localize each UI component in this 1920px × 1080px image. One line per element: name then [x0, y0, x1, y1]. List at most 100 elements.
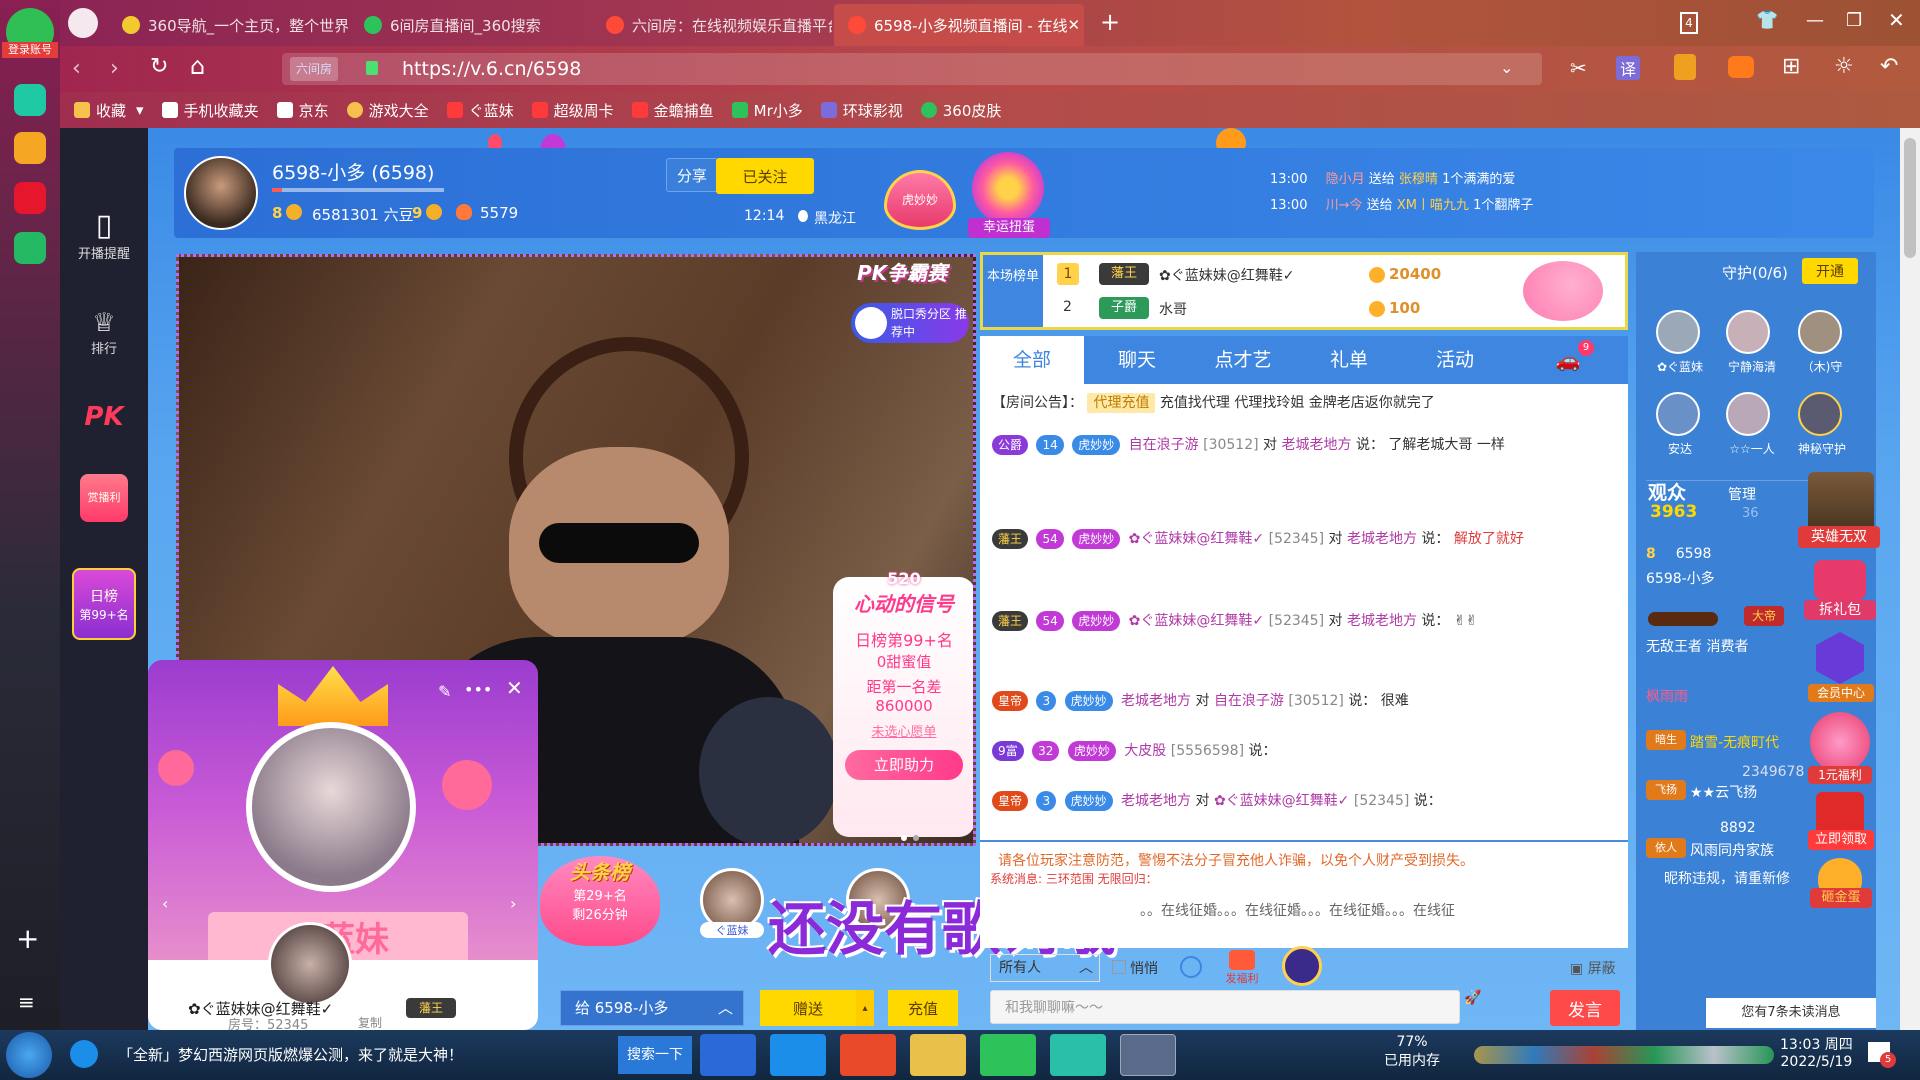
rocket-icon[interactable]: 🚀: [1464, 990, 1490, 1022]
fuli-icon[interactable]: [1810, 712, 1870, 772]
guard-avatar[interactable]: [1726, 392, 1770, 436]
fuli-button[interactable]: 发福利: [1220, 950, 1264, 988]
bookmark-item[interactable]: 环球影视: [820, 100, 903, 121]
bookmark-item[interactable]: 京东: [276, 100, 329, 121]
back-icon[interactable]: ‹: [72, 56, 81, 81]
tab-events[interactable]: 活动: [1402, 336, 1508, 384]
tab-room-6598[interactable]: 6598-小多视频直播间 - 在线 ✕: [834, 4, 1084, 46]
tab-360-search[interactable]: 6间房直播间_360搜索: [350, 4, 590, 46]
edit-icon[interactable]: ✎: [438, 682, 451, 701]
chevron-left-icon[interactable]: ‹: [162, 894, 168, 913]
copy-button[interactable]: 复制: [358, 1014, 382, 1030]
send-gift-dropdown-icon[interactable]: ▴: [856, 990, 874, 1026]
guard-avatar[interactable]: [1726, 310, 1770, 354]
rank-name[interactable]: ✿ぐ蓝妹妹@红舞鞋✓: [1159, 265, 1294, 285]
menu-icon[interactable]: ≡: [18, 990, 35, 1014]
taskbar-app-player[interactable]: [1050, 1034, 1106, 1076]
game-icon[interactable]: [1728, 56, 1754, 78]
search-button[interactable]: 搜索一下: [618, 1036, 692, 1074]
cut-icon[interactable]: ✂: [1570, 56, 1587, 80]
weibo-icon[interactable]: [14, 182, 46, 214]
taskbar-app-explorer[interactable]: [910, 1034, 966, 1076]
taskbar-app-360[interactable]: [980, 1034, 1036, 1076]
bookmark-item[interactable]: 游戏大全: [346, 100, 429, 121]
whisper-checkbox[interactable]: [1112, 960, 1126, 974]
more-icon[interactable]: •••: [464, 680, 492, 699]
bookmark-favorites[interactable]: 收藏 ▾: [74, 100, 144, 121]
follow-button[interactable]: 已关注: [716, 158, 814, 194]
viewer-row[interactable]: 6598-小多: [1646, 568, 1715, 588]
taskbar-app-ie[interactable]: [770, 1034, 826, 1076]
reload-icon[interactable]: ↻: [150, 54, 168, 79]
viewer-row[interactable]: 8 6598: [1646, 546, 1711, 562]
add-icon[interactable]: +: [16, 922, 39, 955]
viewer-row[interactable]: 踏雪-无痕町代: [1690, 732, 1779, 752]
viewer-row[interactable]: 2349678: [1742, 764, 1804, 780]
url-input[interactable]: 六间房 https://v.6.cn/6598: [282, 53, 1542, 85]
share-button[interactable]: 分享: [666, 158, 718, 192]
skin-icon[interactable]: 👕: [1756, 10, 1778, 31]
bookmark-item[interactable]: 超级周卡: [531, 100, 614, 121]
guard-avatar[interactable]: [1798, 310, 1842, 354]
viewer-row[interactable]: 风雨同舟家族: [1690, 840, 1774, 860]
block-button[interactable]: ▣ 屏蔽: [1570, 958, 1616, 978]
popup-prev-icon[interactable]: [148, 872, 150, 902]
shield-icon[interactable]: [1674, 54, 1696, 80]
open-guard-button[interactable]: 开通: [1802, 258, 1858, 284]
vip-center-icon[interactable]: [1816, 632, 1864, 684]
taskbar-app-k[interactable]: [700, 1034, 756, 1076]
promo-vip[interactable]: 会员中心: [1808, 684, 1874, 702]
host-avatar[interactable]: [184, 156, 258, 230]
viewer-row[interactable]: 无敌王者 消费者: [1646, 636, 1748, 656]
bookmark-item[interactable]: 手机收藏夹: [161, 100, 259, 121]
gift-pack-icon[interactable]: [1814, 560, 1866, 600]
emoji-icon[interactable]: [1180, 956, 1202, 978]
bookmark-item[interactable]: ぐ蓝妹: [446, 100, 514, 121]
lucky-egg-icon[interactable]: [972, 152, 1044, 224]
viewer-row[interactable]: 枫雨雨: [1646, 686, 1688, 706]
audience-tab[interactable]: 观众: [1648, 478, 1686, 505]
promo-claim[interactable]: 立即领取: [1808, 830, 1874, 850]
scrollbar-thumb[interactable]: [1904, 138, 1916, 258]
new-tab-icon[interactable]: +: [1100, 8, 1120, 36]
taskbar-app-chrome[interactable]: [840, 1034, 896, 1076]
lucky-egg-label[interactable]: 幸运扭蛋: [968, 218, 1050, 238]
tab-close-icon[interactable]: ✕: [1068, 16, 1081, 34]
manage-tab[interactable]: 管理: [1728, 484, 1756, 504]
recharge-button[interactable]: 充值: [888, 990, 958, 1026]
user-card-popup[interactable]: ✎ ••• ✕ ‹ › ぐ蓝妹 ✿ぐ蓝妹妹@红舞鞋✓ 藩王 房号：52345 复…: [148, 660, 538, 1030]
tab-6cn-home[interactable]: 六间房：在线视频娱乐直播平台: [592, 4, 832, 46]
viewer-row[interactable]: 昵称违规，请重新修: [1664, 868, 1814, 888]
news-ticker[interactable]: 「全新」梦幻西游网页版燃爆公测，来了就是大神！: [118, 1044, 463, 1065]
sidenav-item-rank[interactable]: ♕ 排行: [60, 308, 148, 357]
send-chat-button[interactable]: 发言: [1550, 990, 1620, 1026]
restore-icon[interactable]: ❐: [1846, 10, 1862, 31]
chat-input[interactable]: 和我聊聊嘛～～: [990, 990, 1460, 1024]
translate-button[interactable]: 译: [1616, 56, 1641, 80]
bookmark-item[interactable]: 金蟾捕鱼: [631, 100, 714, 121]
tab-count-badge[interactable]: 4: [1680, 12, 1698, 34]
mail-icon[interactable]: [14, 232, 46, 264]
taskbar-app-active[interactable]: [1120, 1034, 1176, 1076]
tab-car[interactable]: 🚗 9: [1508, 336, 1628, 384]
pk-banner[interactable]: PK争霸赛: [857, 257, 947, 286]
headline-rank-card[interactable]: 头条榜 第29+名 剩26分钟: [540, 856, 660, 946]
guard-avatar[interactable]: [1656, 310, 1700, 354]
guard-avatar[interactable]: [1656, 392, 1700, 436]
bookmark-item[interactable]: 360皮肤: [920, 100, 1001, 121]
carousel-dot[interactable]: [913, 835, 919, 841]
login-button[interactable]: 登录账号: [2, 42, 58, 58]
chevron-down-icon[interactable]: ⌄: [1500, 58, 1513, 77]
help-button[interactable]: 立即助力: [845, 750, 963, 780]
viewer-row[interactable]: ★★云飞扬: [1690, 782, 1757, 802]
popup-close-icon[interactable]: ✕: [506, 676, 523, 700]
vip-icon[interactable]: [1282, 946, 1322, 986]
send-gift-button[interactable]: 赠送: [760, 990, 856, 1026]
chat-scope-select[interactable]: 所有人 ︿: [990, 954, 1100, 982]
chat-list[interactable]: 【房间公告】： 代理充值 充值找代理 代理找玲姐 金牌老店返你就完了 公爵 14…: [980, 384, 1628, 840]
gift-recipient-select[interactable]: 给 6598-小多 ︿: [560, 990, 744, 1026]
sidenav-gift[interactable]: 赏播利: [60, 474, 148, 522]
promo-giftpack[interactable]: 拆礼包: [1804, 600, 1876, 620]
memory-usage[interactable]: 77% 已用内存: [1384, 1034, 1440, 1070]
tab-chat[interactable]: 聊天: [1084, 336, 1190, 384]
